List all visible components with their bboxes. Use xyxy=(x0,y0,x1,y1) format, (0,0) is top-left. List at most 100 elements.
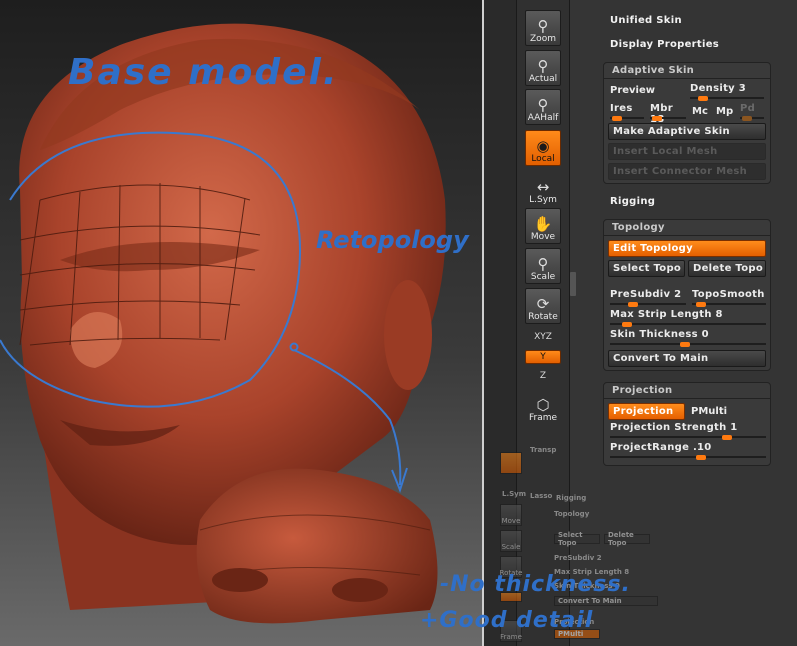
ires-slider[interactable]: Ires xyxy=(610,103,644,121)
slider-track xyxy=(610,323,766,325)
scale-icon: ⚲ xyxy=(537,255,549,273)
presubdiv-label: PreSubdiv 2 xyxy=(610,289,682,300)
projection-title[interactable]: Projection xyxy=(612,385,672,396)
skin-thickness-label: Skin Thickness 0 xyxy=(610,329,709,340)
menu-unified-skin[interactable]: Unified Skin xyxy=(610,15,682,26)
frame-button[interactable]: ⬡ Frame xyxy=(525,388,561,424)
y-axis-toggle[interactable]: Y xyxy=(525,350,561,364)
topology-title[interactable]: Topology xyxy=(612,222,665,233)
slider-knob[interactable] xyxy=(612,116,622,121)
insert-local-mesh-button[interactable]: Insert Local Mesh xyxy=(608,143,766,160)
pmulti-toggle[interactable]: PMulti xyxy=(691,406,727,417)
overlay-presubdiv: PreSubdiv 2 xyxy=(554,554,602,562)
pd-slider[interactable]: Pd xyxy=(740,103,764,121)
frame-label: Frame xyxy=(528,413,558,423)
overlay-move-label: Move xyxy=(501,517,521,525)
slider-knob[interactable] xyxy=(696,302,706,307)
move-hand-icon: ✋ xyxy=(533,215,553,233)
divider xyxy=(604,235,770,236)
move-button[interactable]: ✋ Move xyxy=(525,208,561,244)
divider xyxy=(604,398,770,399)
overlay-frame-label: Frame xyxy=(500,633,522,641)
mc-toggle[interactable]: Mc xyxy=(692,106,708,117)
slider-knob[interactable] xyxy=(742,116,752,121)
aahalf-icon: ⚲ xyxy=(537,96,549,114)
overlay-local-icon xyxy=(500,452,522,474)
annotation-base-model: Base model. xyxy=(68,52,339,93)
lsym-button[interactable]: ↔ L.Sym xyxy=(525,170,561,206)
insert-connector-mesh-button[interactable]: Insert Connector Mesh xyxy=(608,163,766,180)
density-slider[interactable]: Density 3 xyxy=(690,83,764,101)
toposmooth-slider[interactable]: TopoSmooth xyxy=(692,289,766,307)
adaptive-skin-title[interactable]: Adaptive Skin xyxy=(612,65,694,76)
local-icon: ◉ xyxy=(536,137,550,155)
aahalf-label: AAHalf xyxy=(527,113,559,123)
actual-button[interactable]: ⚲ Actual xyxy=(525,50,561,86)
slider-knob[interactable] xyxy=(696,455,706,460)
max-strip-length-slider[interactable]: Max Strip Length 8 xyxy=(610,309,766,327)
local-label: Local xyxy=(531,154,555,164)
actual-icon: ⚲ xyxy=(537,57,549,75)
ires-label: Ires xyxy=(610,103,633,114)
mp-toggle[interactable]: Mp xyxy=(716,106,733,117)
move-label: Move xyxy=(530,232,556,242)
select-topo-button[interactable]: Select Topo xyxy=(608,260,685,277)
xyz-toggle[interactable]: XYZ xyxy=(525,330,561,344)
overlay-lsym: L.Sym xyxy=(502,490,527,498)
lsym-icon: ↔ xyxy=(536,178,550,196)
skin-thickness-slider[interactable]: Skin Thickness 0 xyxy=(610,329,766,347)
convert-to-main-button[interactable]: Convert To Main xyxy=(608,350,766,367)
menu-rigging[interactable]: Rigging xyxy=(610,196,655,207)
overlay-transp: Transp xyxy=(530,446,557,454)
pd-label: Pd xyxy=(740,103,756,114)
overlay-select-topo: Select Topo xyxy=(554,531,600,547)
slider-knob[interactable] xyxy=(698,96,708,101)
preview-toggle[interactable]: Preview xyxy=(610,85,655,96)
scale-button[interactable]: ⚲ Scale xyxy=(525,248,561,284)
y-axis-label: Y xyxy=(540,352,546,362)
collapse-handle-icon[interactable] xyxy=(570,272,576,296)
projection-toggle-button[interactable]: Projection xyxy=(608,403,685,420)
max-strip-length-label: Max Strip Length 8 xyxy=(610,309,723,320)
overlay-delete-topo: Delete Topo xyxy=(604,531,650,547)
viewport-canvas[interactable]: Base model. Retopology xyxy=(0,0,483,646)
toposmooth-label: TopoSmooth xyxy=(692,289,765,300)
slider-knob[interactable] xyxy=(722,435,732,440)
overlay-scale-icon: Scale xyxy=(500,530,522,552)
annotation-good-detail: +Good detail xyxy=(420,608,594,633)
overlay-rigging: Rigging xyxy=(556,494,587,502)
rotate-label: Rotate xyxy=(528,312,558,322)
overlay-topology: Topology xyxy=(554,510,590,518)
slider-track xyxy=(610,303,686,305)
annotation-retopology: Retopology xyxy=(316,226,469,254)
actual-label: Actual xyxy=(528,74,558,84)
frame-cube-icon: ⬡ xyxy=(536,396,550,414)
slider-knob[interactable] xyxy=(652,116,662,121)
annotation-no-thickness: -No thickness. xyxy=(440,572,631,597)
overlay-convert: Convert To Main xyxy=(554,596,658,606)
edit-topology-button[interactable]: Edit Topology xyxy=(608,240,766,257)
zoom-button[interactable]: ⚲ Zoom xyxy=(525,10,561,46)
z-axis-label: Z xyxy=(539,371,547,381)
slider-knob[interactable] xyxy=(680,342,690,347)
slider-knob[interactable] xyxy=(628,302,638,307)
slider-knob[interactable] xyxy=(622,322,632,327)
density-label: Density 3 xyxy=(690,83,747,94)
zoom-icon: ⚲ xyxy=(537,17,549,35)
scale-label: Scale xyxy=(530,272,556,282)
overlay-lasso: Lasso xyxy=(530,492,553,500)
overlay-scale-label: Scale xyxy=(501,543,521,551)
mbr-slider[interactable]: Mbr 18 xyxy=(650,103,686,125)
aahalf-button[interactable]: ⚲ AAHalf xyxy=(525,89,561,125)
z-axis-toggle[interactable]: Z xyxy=(525,369,561,383)
make-adaptive-skin-button[interactable]: Make Adaptive Skin xyxy=(608,123,766,140)
presubdiv-slider[interactable]: PreSubdiv 2 xyxy=(610,289,686,307)
rotate-button[interactable]: ⟳ Rotate xyxy=(525,288,561,324)
lsym-label: L.Sym xyxy=(529,195,557,205)
xyz-label: XYZ xyxy=(534,332,552,342)
zoom-label: Zoom xyxy=(530,34,556,44)
local-button[interactable]: ◉ Local xyxy=(525,130,561,166)
menu-display-properties[interactable]: Display Properties xyxy=(610,39,719,50)
divider xyxy=(604,78,770,79)
delete-topo-button[interactable]: Delete Topo xyxy=(688,260,766,277)
